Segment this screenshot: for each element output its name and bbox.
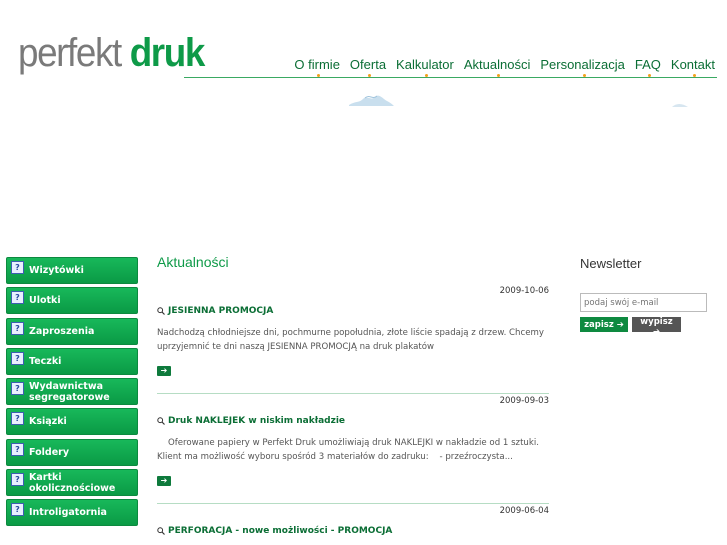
news-title: JESIENNA PROMOCJA: [168, 306, 274, 316]
sidebar-item-label: Ulotki: [29, 295, 61, 307]
logo-part2: druk: [129, 31, 206, 75]
help-icon: ?: [11, 412, 24, 426]
newsletter-buttons: zapisz ➔ wypisz ➔: [580, 317, 710, 337]
news-item: 2009-09-03 Druk NAKLEJEK w niskim nakład…: [157, 396, 549, 504]
subscribe-button[interactable]: zapisz ➔: [580, 317, 628, 332]
nav-aktualnosci[interactable]: Aktualności: [464, 57, 530, 77]
sidebar-item-wizytowki[interactable]: ? Wizytówki: [6, 257, 138, 284]
news-title-link[interactable]: Druk NAKLEJEK w niskim nakładzie: [157, 416, 549, 426]
help-icon: ?: [11, 503, 24, 517]
news-title: Druk NAKLEJEK w niskim nakładzie: [168, 416, 346, 426]
divider: [157, 393, 549, 394]
news-item: 2009-06-04 PERFORACJA - nowe możliwości …: [157, 506, 549, 536]
sidebar-item-ksiazki[interactable]: ? Ksiązki: [6, 408, 138, 436]
nav-kontakt[interactable]: Kontakt: [671, 57, 715, 77]
news-title-link[interactable]: JESIENNA PROMOCJA: [157, 306, 549, 316]
sidebar-item-introligatornia[interactable]: ? Introligatornia: [6, 499, 138, 527]
news-body: Oferowane papiery w Perfekt Druk umożliw…: [157, 438, 542, 462]
magnifier-icon: [157, 417, 165, 425]
sidebar-item-ulotki[interactable]: ? Ulotki: [6, 287, 138, 315]
logo-part1: perfekt: [18, 31, 130, 75]
news-body: Nadchodzą chłodniejsze dni, pochmurne po…: [157, 328, 544, 352]
help-icon: ?: [11, 382, 24, 396]
sidebar: ? Wizytówki ? Ulotki ? Zaproszenia ? Teczki …: [6, 257, 138, 530]
read-more-button[interactable]: ➔: [157, 366, 171, 376]
splash-graphic-small: [672, 104, 688, 107]
news-date: 2009-06-04: [499, 506, 549, 516]
help-icon: ?: [11, 351, 24, 365]
sidebar-item-kartki[interactable]: ? Kartki okolicznościowe: [6, 469, 138, 497]
nav-personalizacja[interactable]: Personalizacja: [540, 57, 625, 77]
email-input[interactable]: [580, 293, 707, 312]
news-title-link[interactable]: PERFORACJA - nowe możliwości - PROMOCJA: [157, 526, 549, 536]
magnifier-icon: [157, 527, 165, 535]
unsubscribe-button[interactable]: wypisz ➔: [632, 317, 681, 337]
help-icon: ?: [11, 321, 24, 335]
news-date: 2009-09-03: [499, 396, 549, 406]
help-icon: ?: [11, 261, 24, 274]
header-line: [184, 77, 717, 78]
sidebar-item-zaproszenia[interactable]: ? Zaproszenia: [6, 317, 138, 345]
sidebar-item-label: Teczki: [29, 355, 62, 367]
newsletter-title: Newsletter: [580, 256, 642, 271]
nav-oferta[interactable]: Oferta: [350, 57, 386, 77]
news-section: Aktualności 2009-10-06 JESIENNA PROMOCJA…: [157, 254, 549, 536]
sidebar-item-label: Foldery: [29, 446, 70, 458]
newsletter: Newsletter zapisz ➔ wypisz ➔: [580, 256, 710, 337]
splash-graphic: [349, 95, 394, 106]
sidebar-item-teczki[interactable]: ? Teczki: [6, 347, 138, 375]
divider: [157, 503, 549, 504]
read-more-button[interactable]: ➔: [157, 476, 171, 486]
sidebar-item-label: Wizytówki: [29, 265, 84, 276]
sidebar-item-label: Kartki okolicznościowe: [29, 471, 116, 494]
nav-faq[interactable]: FAQ: [635, 57, 661, 77]
sidebar-item-label: Introligatornia: [29, 507, 107, 519]
help-icon: ?: [11, 442, 24, 456]
news-date: 2009-10-06: [499, 286, 549, 296]
sidebar-item-label: Ksiązki: [29, 416, 67, 428]
nav-kalkulator[interactable]: Kalkulator: [396, 57, 454, 77]
nav-o-firmie[interactable]: O firmie: [294, 57, 340, 77]
sidebar-item-label: Zaproszenia: [29, 325, 95, 337]
help-icon: ?: [11, 473, 24, 487]
sidebar-item-foldery[interactable]: ? Foldery: [6, 438, 138, 466]
main-nav: O firmie Oferta Kalkulator Aktualności P…: [294, 57, 715, 77]
news-item: 2009-10-06 JESIENNA PROMOCJA Nadchodzą c…: [157, 286, 549, 394]
section-title: Aktualności: [157, 254, 229, 270]
news-title: PERFORACJA - nowe możliwości - PROMOCJA: [168, 526, 393, 536]
sidebar-item-label: Wydawnictwa segregatorowe: [29, 380, 110, 403]
magnifier-icon: [157, 307, 165, 315]
logo[interactable]: perfekt druk: [18, 31, 206, 75]
help-icon: ?: [11, 291, 24, 305]
sidebar-item-wydawnictwa[interactable]: ? Wydawnictwa segregatorowe: [6, 378, 138, 406]
